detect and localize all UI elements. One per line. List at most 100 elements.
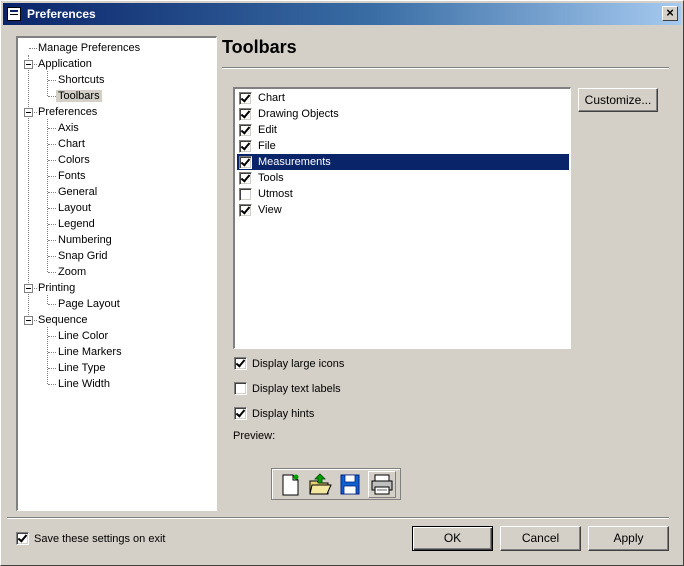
tree-item[interactable]: Preferences (36, 104, 99, 120)
tree-line (48, 176, 56, 177)
collapse-toggle-icon[interactable] (24, 60, 33, 69)
tree-item[interactable]: Legend (56, 216, 97, 232)
toolbar-checkbox[interactable] (239, 172, 252, 185)
tree-line (48, 144, 56, 145)
toolbar-label: Drawing Objects (258, 108, 339, 120)
preferences-tree[interactable]: Manage Preferences Application Shortcuts To… (16, 36, 217, 511)
toolbar-list-item[interactable]: File (237, 138, 569, 154)
tree-item[interactable]: Snap Grid (56, 248, 110, 264)
large-icons-label: Display large icons (252, 358, 345, 370)
toolbar-list-item[interactable]: Measurements (237, 154, 569, 170)
tree-item-label: Numbering (58, 234, 112, 246)
tree-item-label: General (58, 186, 98, 198)
tree-item[interactable]: Zoom (56, 264, 88, 280)
toolbar-checkbox[interactable] (239, 124, 252, 137)
tree-line (48, 96, 56, 97)
toolbar-list-item[interactable]: Tools (237, 170, 569, 186)
large-icons-checkbox[interactable] (234, 357, 247, 370)
tree-item[interactable]: Axis (56, 120, 81, 136)
text-labels-checkbox[interactable] (234, 382, 247, 395)
save-settings-checkbox[interactable] (16, 532, 29, 545)
open-folder-icon (306, 471, 334, 498)
toolbar-checkbox[interactable] (239, 156, 252, 169)
toolbar-list-item[interactable]: Drawing Objects (237, 106, 569, 122)
hints-checkbox[interactable] (234, 407, 247, 420)
tree-item[interactable]: Toolbars (56, 88, 216, 104)
tree-item[interactable]: Chart (56, 136, 87, 152)
tree-item[interactable]: General (56, 184, 99, 200)
tree-item[interactable]: Line Width (56, 376, 112, 392)
collapse-toggle-icon[interactable] (24, 316, 33, 325)
tree-item-label: Page Layout (58, 298, 120, 310)
tree-item-label: Application (38, 58, 92, 70)
tree-line (48, 160, 56, 161)
tree-line (48, 352, 56, 353)
preferences-dialog: Preferences × Manage Preferences Applicat… (0, 0, 684, 566)
toolbar-checkbox[interactable] (239, 108, 252, 121)
tree-line (48, 368, 56, 369)
tree-line (47, 295, 48, 304)
tree-item-label: Manage Preferences (38, 42, 141, 54)
collapse-toggle-icon[interactable] (24, 108, 33, 117)
tree-line (48, 192, 56, 193)
tree-line (48, 80, 56, 81)
toolbar-checkbox[interactable] (239, 204, 252, 217)
toolbar-label: View (258, 204, 282, 216)
tree-item[interactable]: Fonts (56, 168, 88, 184)
tree-line (47, 119, 48, 272)
tree-item[interactable]: Line Type (56, 360, 108, 376)
tree-item[interactable]: Numbering (56, 232, 114, 248)
tree-line (48, 384, 56, 385)
tree-item[interactable]: Shortcuts (56, 72, 106, 88)
tree-item[interactable]: Application (36, 56, 94, 72)
close-button[interactable]: × (662, 6, 678, 21)
tree-item-label: Shortcuts (58, 74, 105, 86)
panel-heading: Toolbars (222, 37, 297, 57)
tree-line (48, 224, 56, 225)
tree-item[interactable]: Line Color (56, 328, 110, 344)
tree-item-label: Line Width (58, 378, 110, 390)
preview-label: Preview: (233, 430, 276, 442)
window-title: Preferences (27, 7, 96, 21)
ok-button[interactable]: OK (412, 526, 493, 551)
title-bar[interactable]: Preferences × (3, 3, 681, 25)
tree-line (28, 55, 29, 319)
tree-line (48, 128, 56, 129)
toolbar-checkbox[interactable] (239, 92, 252, 105)
toolbar-list[interactable]: Chart Drawing Objects Edit File Measurements… (233, 87, 571, 349)
toolbar-label: Utmost (258, 188, 293, 200)
toolbar-checkbox[interactable] (239, 188, 252, 201)
cancel-button[interactable]: Cancel (500, 526, 581, 551)
tree-item-label: Line Markers (58, 346, 122, 358)
tree-item[interactable]: Layout (56, 200, 93, 216)
tree-item[interactable]: Printing (36, 280, 77, 296)
tree-item[interactable]: Page Layout (56, 296, 122, 312)
tree-item-label: Snap Grid (58, 250, 108, 262)
toolbar-label: Tools (258, 172, 284, 184)
tree-item-label: Line Type (58, 362, 106, 374)
tree-line (48, 272, 56, 273)
toolbar-list-item[interactable]: Utmost (237, 186, 569, 202)
tree-item[interactable]: Line Markers (56, 344, 124, 360)
tree-item-label: Printing (38, 282, 76, 294)
tree-item-label: Colors (58, 154, 90, 166)
toolbar-list-item[interactable]: Chart (237, 90, 569, 106)
toolbar-checkbox[interactable] (239, 140, 252, 153)
preview-toolbar (271, 468, 401, 500)
tree-line (48, 208, 56, 209)
customize-button[interactable]: Customize... (578, 88, 658, 112)
tree-item[interactable]: Sequence (36, 312, 90, 328)
toolbar-list-item[interactable]: View (237, 202, 569, 218)
toolbar-label: Measurements (258, 156, 331, 168)
tree-line (47, 71, 48, 96)
toolbar-list-item[interactable]: Edit (237, 122, 569, 138)
toolbar-label: Edit (258, 124, 277, 136)
tree-item-label: Layout (58, 202, 92, 214)
apply-button[interactable]: Apply (588, 526, 669, 551)
tree-item[interactable]: Colors (56, 152, 92, 168)
tree-line (48, 256, 56, 257)
tree-item-label: Legend (58, 218, 95, 230)
tree-item[interactable]: Manage Preferences (36, 40, 142, 56)
tree-line (48, 336, 56, 337)
collapse-toggle-icon[interactable] (24, 284, 33, 293)
